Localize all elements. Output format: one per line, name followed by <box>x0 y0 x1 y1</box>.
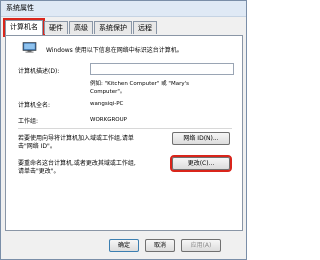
computer-icon <box>22 42 37 53</box>
tab-strip: 计算机名 硬件 高级 系统保护 远程 <box>3 18 243 37</box>
window-title: 系统属性 <box>6 4 34 12</box>
separator <box>18 128 232 129</box>
description-label: 计算机描述(D): <box>18 68 60 75</box>
computer-name-panel: Windows 使用以下信息在网络中标识这台计算机。 计算机描述(D): 例如:… <box>5 35 243 231</box>
description-hint-line2: Computer"。 <box>90 89 126 95</box>
description-input[interactable] <box>90 63 234 75</box>
system-properties-dialog: 系统属性 计算机名 硬件 高级 系统保护 远程 Windows 使用以下信息在网… <box>0 0 247 260</box>
change-button[interactable]: 更改(C)... <box>170 155 232 172</box>
tab-system-protection[interactable]: 系统保护 <box>94 21 132 34</box>
workgroup-value: WORKGROUP <box>90 117 127 123</box>
title-bar[interactable]: 系统属性 <box>1 1 246 17</box>
workgroup-label: 工作组: <box>18 118 39 125</box>
cancel-button[interactable]: 取消 <box>145 239 175 252</box>
tab-remote[interactable]: 远程 <box>133 21 157 34</box>
description-hint-line1: 例如: "Kitchen Computer" 或 "Mary's <box>90 81 189 87</box>
full-name-label: 计算机全名: <box>18 102 51 109</box>
ok-button[interactable]: 确定 <box>109 239 139 252</box>
intro-text: Windows 使用以下信息在网络中标识这台计算机。 <box>46 47 183 54</box>
tab-computer-name[interactable]: 计算机名 <box>3 18 45 37</box>
full-name-value: wangsiqi-PC <box>90 101 124 107</box>
tab-hardware[interactable]: 硬件 <box>44 21 68 34</box>
network-id-button[interactable]: 网络 ID(N)... <box>172 132 230 145</box>
rename-text-line2: 请单击"更改"。 <box>18 168 60 175</box>
apply-button[interactable]: 应用(A) <box>181 239 221 252</box>
network-id-text-line2: 击"网络 ID"。 <box>18 143 56 150</box>
tab-advanced[interactable]: 高级 <box>69 21 93 34</box>
